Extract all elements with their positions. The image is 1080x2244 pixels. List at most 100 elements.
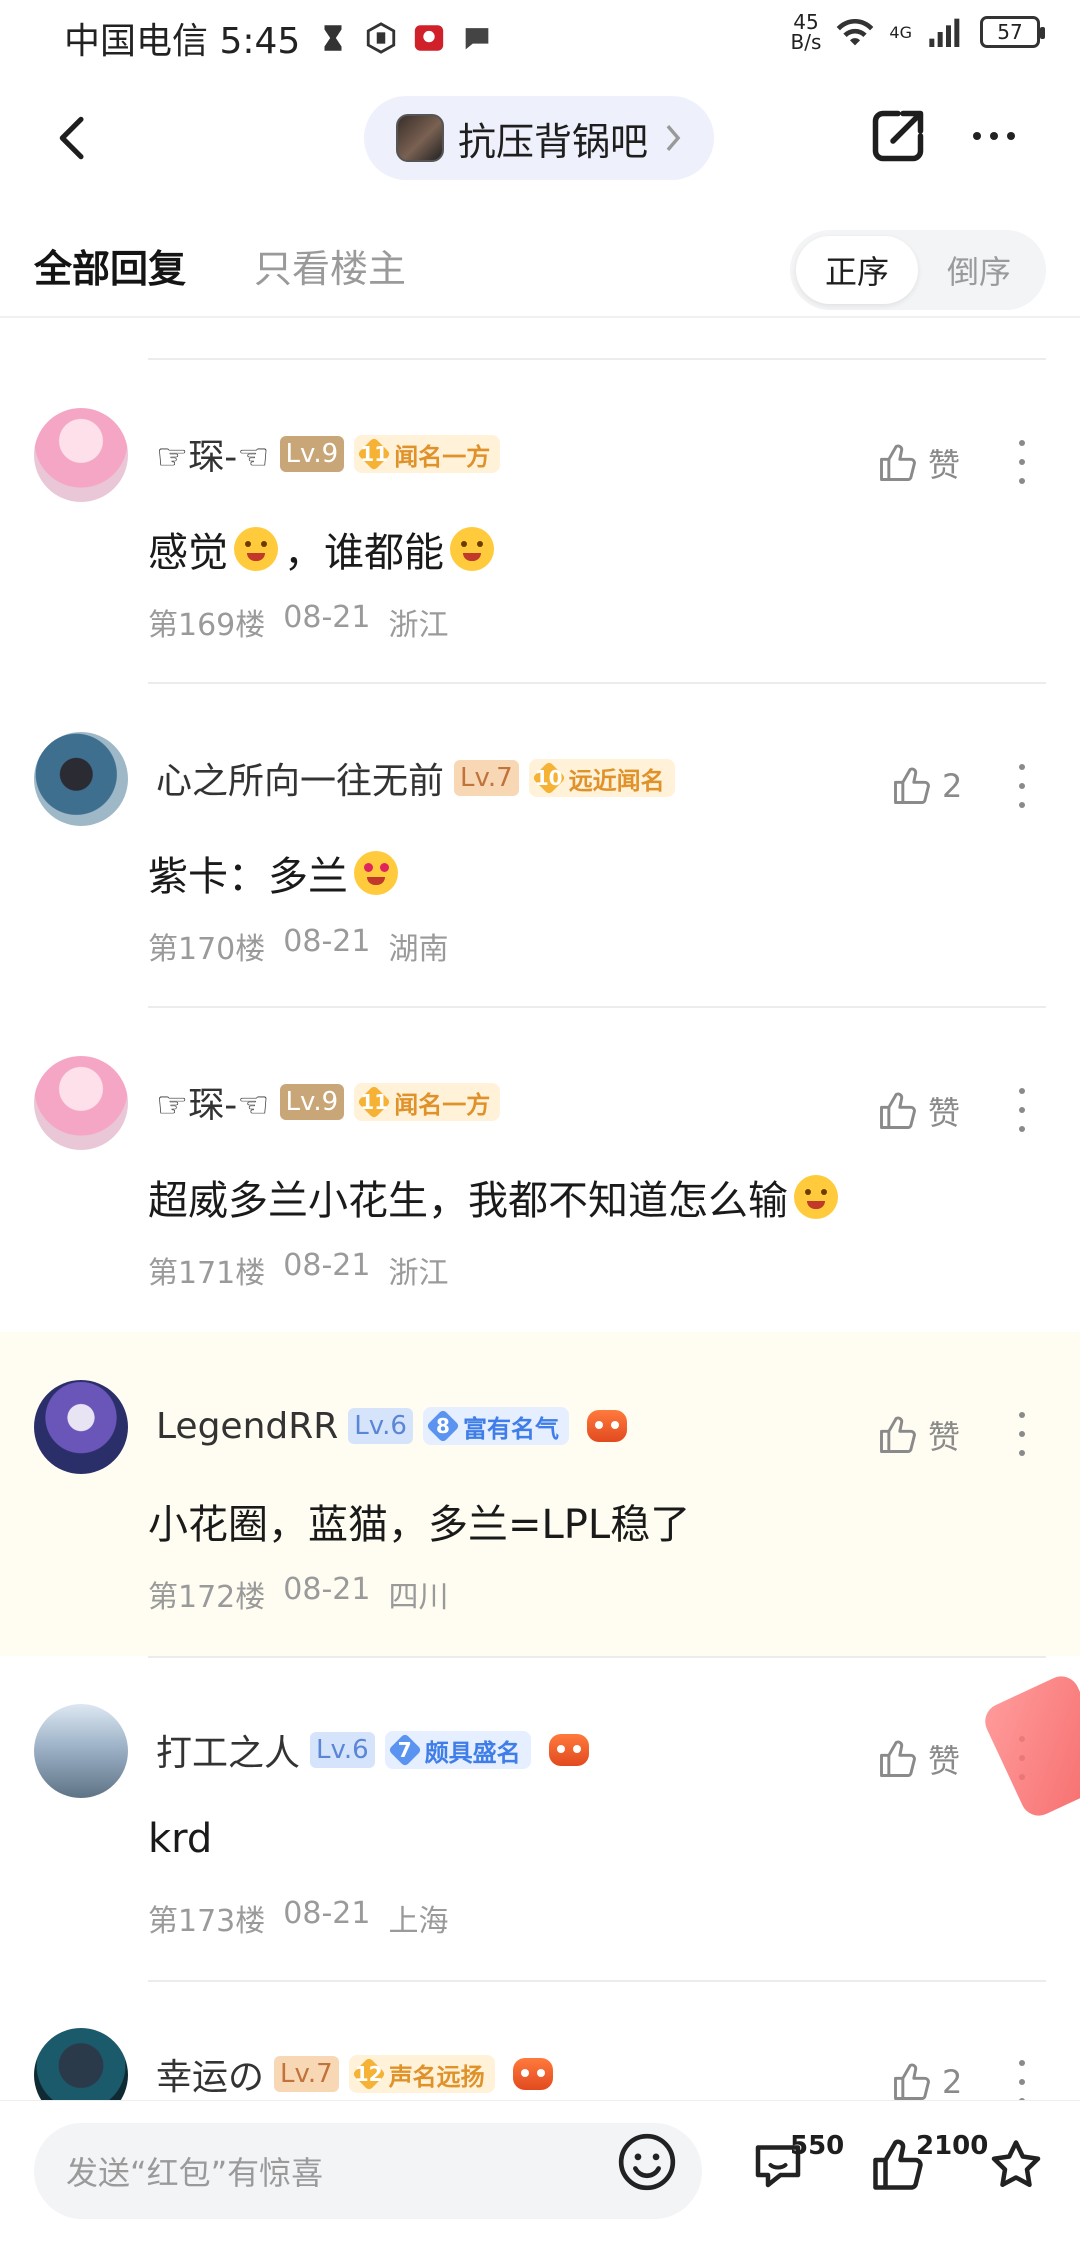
honor-badge-text: 远近闻名 [568, 766, 665, 795]
tab-all-replies[interactable]: 全部回复 [34, 238, 186, 293]
honor-badge-number: 12 [354, 2062, 383, 2086]
hand-icon [367, 22, 396, 54]
honor-badge-number: 7 [397, 1738, 412, 1762]
thread-page: 中国电信 5:45 45 B/s 4G 57 抗压背锅吧 全部回复 只看楼主 正… [0, 0, 1080, 2244]
reply-text: 紫卡：多兰 [148, 854, 348, 900]
reply-footer: 第171楼 08-21 浙江 [148, 1248, 448, 1292]
like-button[interactable]: 2 [890, 2060, 962, 2100]
star-icon[interactable] [986, 2135, 1046, 2195]
reply-region: 浙江 [388, 608, 449, 643]
reply-menu-icon[interactable] [1012, 440, 1032, 484]
back-arrow-icon[interactable] [46, 110, 102, 166]
network-type: 4G [889, 22, 912, 42]
reply-item: 心之所向一往无前 Lv.7 10 远近闻名 2 紫卡：多兰 第170楼 08-21… [0, 684, 1080, 1008]
notification-icons [316, 21, 494, 55]
reply-item: 幸运の Lv.7 12 声名远扬 2 [0, 1980, 1080, 2100]
thumbs-up-icon [880, 444, 916, 481]
reply-footer: 第172楼 08-21 四川 [148, 1572, 448, 1616]
user-meta: ☞琛-☜ Lv.9 11 闻名一方 [156, 1076, 501, 1128]
reply-content: 小花圈，蓝猫，多兰=LPL稳了 [148, 1492, 690, 1550]
level-badge: Lv.9 [279, 1084, 345, 1120]
like-button[interactable]: 赞 [876, 1088, 960, 1134]
emoji-icon [354, 851, 398, 895]
share-icon[interactable] [868, 106, 928, 166]
honor-badge: 11 闻名一方 [354, 435, 501, 473]
reply-input[interactable]: 发送“红包”有惊喜 [34, 2123, 702, 2219]
status-left: 中国电信 5:45 [64, 12, 494, 64]
like-count: 2 [942, 2063, 963, 2100]
app-notify-icon [415, 25, 444, 51]
reply-region: 四川 [388, 1580, 449, 1615]
sort-ascending-button[interactable]: 正序 [796, 236, 918, 304]
more-icon[interactable] [964, 106, 1024, 166]
username[interactable]: 打工之人 [156, 1724, 300, 1776]
gamepad-icon [586, 1410, 627, 1442]
reply-menu-icon[interactable] [1012, 764, 1032, 808]
reply-content: 感觉 ，谁都能 [148, 520, 494, 578]
like-total: 2100 [916, 2131, 989, 2161]
reply-input-placeholder: 发送“红包”有惊喜 [66, 2154, 324, 2192]
reply-text: 感觉 [148, 530, 228, 576]
thumbs-up-icon [880, 1416, 916, 1453]
floor-number: 第170楼 [148, 932, 266, 967]
honor-badge-text: 富有名气 [462, 1414, 559, 1443]
emoji-picker-icon[interactable] [616, 2131, 678, 2193]
avatar[interactable] [34, 408, 128, 502]
thumbs-up-icon [880, 1092, 916, 1129]
battery-level: 57 [997, 20, 1023, 44]
honor-badge: 10 远近闻名 [528, 759, 675, 797]
nav-bar: 抗压背锅吧 [0, 88, 1080, 188]
honor-badge-text: 闻名一方 [394, 1090, 491, 1119]
forum-name: 抗压背锅吧 [458, 119, 649, 164]
reply-footer: 第170楼 08-21 湖南 [148, 924, 448, 968]
avatar[interactable] [34, 1056, 128, 1150]
level-badge: Lv.6 [310, 1732, 375, 1768]
thumbs-up-icon [880, 1740, 916, 1777]
username[interactable]: 幸运の [156, 2048, 264, 2100]
honor-badge-text: 声名远扬 [388, 2062, 485, 2091]
honor-badge: 12 声名远扬 [348, 2055, 495, 2093]
forum-entry-button[interactable]: 抗压背锅吧 [364, 96, 714, 180]
sort-descending-button[interactable]: 倒序 [918, 236, 1040, 304]
sort-toggle: 正序 倒序 [790, 230, 1046, 310]
thumbs-up-icon [894, 2063, 930, 2100]
level-badge: Lv.7 [454, 760, 519, 796]
thumbs-up-icon [894, 767, 930, 804]
like-button[interactable]: 赞 [876, 1736, 960, 1782]
avatar[interactable] [34, 732, 128, 826]
like-button[interactable]: 2 [890, 764, 962, 808]
wifi-icon [837, 18, 874, 46]
reply-menu-icon[interactable] [1012, 1412, 1032, 1456]
like-button[interactable]: 赞 [876, 440, 960, 486]
user-meta: 心之所向一往无前 Lv.7 10 远近闻名 [156, 754, 675, 802]
floor-number: 第173楼 [148, 1904, 266, 1939]
avatar[interactable] [34, 2028, 128, 2100]
level-badge: Lv.7 [274, 2056, 339, 2092]
like-count: 赞 [928, 1742, 961, 1780]
username[interactable]: ☞琛-☜ [156, 428, 270, 480]
username[interactable]: 心之所向一往无前 [156, 752, 444, 804]
reply-date: 08-21 [283, 1572, 371, 1607]
avatar[interactable] [34, 1380, 128, 1474]
status-bar: 中国电信 5:45 45 B/s 4G 57 [0, 0, 1080, 72]
like-button[interactable]: 赞 [876, 1412, 960, 1458]
user-meta: 打工之人 Lv.6 7 颇具盛名 [156, 1726, 589, 1774]
avatar[interactable] [34, 1704, 128, 1798]
reply-menu-icon[interactable] [1012, 2060, 1032, 2100]
reply-menu-icon[interactable] [1012, 1088, 1032, 1132]
reply-item: ☞琛-☜ Lv.9 11 闻名一方 赞 感觉 ，谁都能 第169楼 08-21 浙… [0, 360, 1080, 684]
reply-content: krd [148, 1816, 212, 1862]
floor-number: 第171楼 [148, 1256, 266, 1291]
honor-badge: 8 富有名气 [422, 1407, 569, 1445]
honor-badge-text: 闻名一方 [394, 442, 491, 471]
gamepad-icon [512, 2058, 553, 2090]
username[interactable]: ☞琛-☜ [156, 1076, 270, 1128]
level-badge: Lv.9 [279, 436, 345, 472]
username[interactable]: LegendRR [156, 1406, 338, 1447]
reply-text: 小花圈，蓝猫，多兰=LPL稳了 [148, 1502, 691, 1548]
reply-footer: 第169楼 08-21 浙江 [148, 600, 448, 644]
network-speed: 45 B/s [791, 12, 822, 52]
user-meta: 幸运の Lv.7 12 声名远扬 [156, 2050, 553, 2098]
comment-count: 550 [790, 2131, 845, 2161]
tab-op-only[interactable]: 只看楼主 [254, 238, 406, 293]
